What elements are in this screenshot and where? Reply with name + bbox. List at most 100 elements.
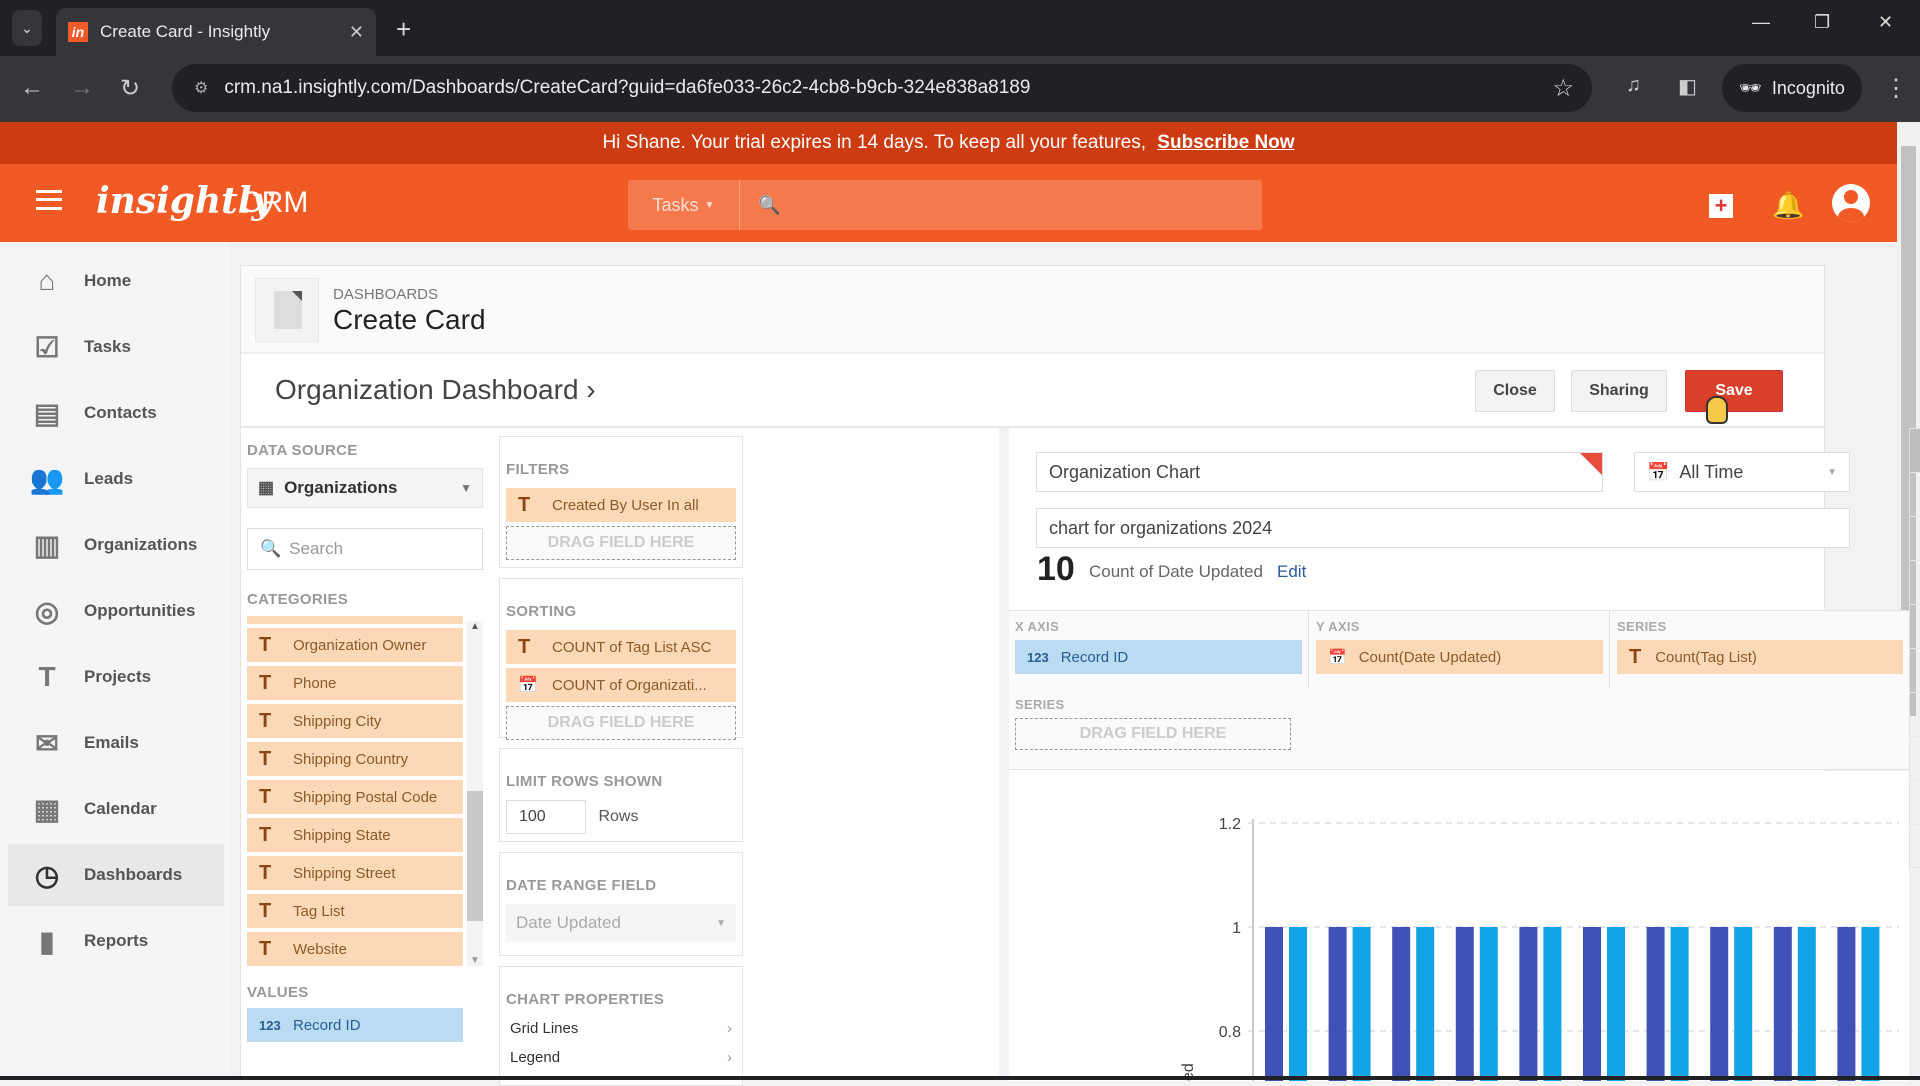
chart-title-input[interactable]: Organization Chart: [1036, 452, 1603, 492]
address-bar-row: ← → ↻ ⚙ crm.na1.insightly.com/Dashboards…: [0, 56, 1920, 122]
limit-rows-input[interactable]: 100: [506, 800, 586, 834]
subscribe-now-link[interactable]: Subscribe Now: [1157, 132, 1294, 153]
gauge-tab-icon[interactable]: ◠: [1910, 649, 1920, 693]
minimize-icon[interactable]: —: [1752, 12, 1770, 33]
sort-item[interactable]: T COUNT of Tag List ASC: [506, 630, 736, 664]
sidebar-item-opportunities[interactable]: ◎ Opportunities: [8, 580, 224, 642]
projects-icon: T: [38, 661, 56, 692]
sorting-drop-zone[interactable]: DRAG FIELD HERE: [506, 706, 736, 740]
taskbar-edge: [0, 1076, 1920, 1080]
categories-scroll-thumb[interactable]: [467, 791, 483, 921]
category-field[interactable]: T Shipping Country: [247, 742, 463, 776]
chart-property-legend[interactable]: Legend ›: [506, 1043, 736, 1072]
horizontal-bar-tab-icon[interactable]: ≡: [1910, 473, 1920, 517]
series-drop-zone[interactable]: DRAG FIELD HERE: [1015, 718, 1291, 750]
scatter-tab-icon[interactable]: ⁒: [1910, 737, 1920, 781]
category-field[interactable]: T Website: [247, 932, 463, 966]
back-icon[interactable]: ←: [20, 74, 44, 102]
quick-add-icon[interactable]: +: [1709, 194, 1733, 218]
sidebar-item-organizations[interactable]: ▥ Organizations: [8, 514, 224, 576]
category-field[interactable]: T Phone: [247, 666, 463, 700]
panel-splitter[interactable]: [999, 428, 1009, 1081]
browser-tab[interactable]: in Create Card - Insightly ✕: [56, 8, 376, 56]
text-type-icon: T: [518, 493, 531, 516]
window-close-icon[interactable]: ✕: [1878, 12, 1893, 33]
text-type-icon: T: [259, 861, 272, 884]
data-source-select[interactable]: ▦ Organizations ▼: [247, 468, 483, 508]
user-avatar-icon[interactable]: [1832, 184, 1870, 222]
scroll-up-icon[interactable]: ▲: [467, 621, 483, 632]
y-axis-column: Y AXIS 📅 Count(Date Updated): [1310, 611, 1610, 689]
x-axis-field[interactable]: 123 Record ID: [1015, 640, 1302, 674]
incognito-badge[interactable]: 🕶 Incognito: [1722, 64, 1862, 112]
chevron-right-icon: ›: [586, 374, 596, 405]
site-settings-icon[interactable]: ⚙: [194, 78, 208, 98]
breadcrumb[interactable]: DASHBOARDS: [333, 286, 438, 303]
sharing-button[interactable]: Sharing: [1571, 370, 1667, 412]
sort-item[interactable]: 📅 COUNT of Organizati...: [506, 668, 736, 702]
browser-menu-icon[interactable]: ⋮: [1884, 74, 1908, 103]
category-field[interactable]: T Shipping State: [247, 818, 463, 852]
list-item-partial: [247, 616, 463, 624]
pie-chart-tab-icon[interactable]: ◕: [1910, 605, 1920, 649]
save-button[interactable]: Save: [1685, 370, 1783, 412]
url-bar[interactable]: ⚙ crm.na1.insightly.com/Dashboards/Creat…: [172, 64, 1592, 112]
filters-drop-zone[interactable]: DRAG FIELD HERE: [506, 526, 736, 560]
menu-hamburger-icon[interactable]: [36, 190, 62, 210]
forward-icon[interactable]: →: [70, 74, 94, 102]
category-field[interactable]: T Shipping Postal Code: [247, 780, 463, 814]
area-chart-tab-icon[interactable]: ◢: [1910, 561, 1920, 605]
category-field[interactable]: T Organization Owner: [247, 628, 463, 662]
tab-close-icon[interactable]: ✕: [349, 22, 364, 43]
category-field[interactable]: T Shipping Street: [247, 856, 463, 890]
caret-down-icon: ▼: [704, 199, 715, 211]
time-range-select[interactable]: 📅 All Time ▼: [1634, 452, 1850, 492]
edit-count-link[interactable]: Edit: [1277, 562, 1306, 582]
tab-search-button[interactable]: ⌄: [12, 10, 42, 46]
side-panel-icon[interactable]: ◧: [1678, 74, 1697, 99]
sidebar-item-tasks[interactable]: ☑ Tasks: [8, 316, 224, 378]
sidebar-item-label: Leads: [84, 469, 134, 488]
series-field[interactable]: T Count(Tag List): [1617, 640, 1903, 674]
table-tab-icon[interactable]: ⊞: [1910, 693, 1920, 737]
chart-property-grid-lines[interactable]: Grid Lines ›: [506, 1014, 736, 1043]
restore-icon[interactable]: ❐: [1814, 12, 1830, 33]
dashboard-name[interactable]: Organization Dashboard ›: [275, 374, 596, 406]
chart-description-input[interactable]: chart for organizations 2024: [1036, 508, 1850, 548]
close-button[interactable]: Close: [1475, 370, 1555, 412]
chart-preview: 1.2 1 0.8 ed: [1009, 771, 1909, 1081]
media-icon[interactable]: ♫: [1626, 74, 1641, 97]
tasks-icon: ☑: [34, 331, 60, 363]
map-tab-icon[interactable]: 🌐: [1910, 781, 1920, 825]
category-field[interactable]: T Tag List: [247, 894, 463, 928]
caret-down-icon: ▼: [1827, 466, 1837, 478]
x-axis-column: X AXIS 123 Record ID: [1009, 611, 1309, 689]
value-field[interactable]: 123 Record ID: [247, 1008, 463, 1042]
date-type-icon: 📅: [518, 677, 538, 694]
sidebar-item-home[interactable]: ⌂ Home: [8, 250, 224, 312]
sidebar-item-label: Calendar: [84, 799, 157, 818]
sidebar-item-dashboards[interactable]: ◷ Dashboards: [8, 844, 224, 906]
category-field[interactable]: T Shipping City: [247, 704, 463, 738]
scroll-down-icon[interactable]: ▼: [467, 955, 483, 966]
sidebar-item-reports[interactable]: ▮ Reports: [8, 910, 224, 972]
y-axis-label: Y AXIS: [1316, 619, 1360, 634]
field-search-input[interactable]: 🔍 Search: [247, 528, 483, 570]
new-tab-button[interactable]: +: [396, 14, 411, 45]
filter-item[interactable]: T Created By User In all: [506, 488, 736, 522]
sidebar-item-leads[interactable]: 👥 Leads: [8, 448, 224, 510]
sidebar-item-contacts[interactable]: ▤ Contacts: [8, 382, 224, 444]
sidebar-item-projects[interactable]: T Projects: [8, 646, 224, 708]
vertical-bar-tab-icon[interactable]: ▮: [1910, 429, 1920, 473]
date-range-select[interactable]: Date Updated ▼: [506, 904, 736, 942]
sidebar-item-emails[interactable]: ✉ Emails: [8, 712, 224, 774]
y-axis-field[interactable]: 📅 Count(Date Updated): [1316, 640, 1603, 674]
reload-icon[interactable]: ↻: [120, 74, 140, 103]
notifications-bell-icon[interactable]: 🔔: [1772, 190, 1804, 221]
line-chart-tab-icon[interactable]: 〰: [1910, 517, 1920, 561]
bookmark-star-icon[interactable]: ☆: [1552, 74, 1574, 103]
categories-scrollbar[interactable]: ▲ ▼: [467, 621, 483, 966]
search-scope-select[interactable]: Tasks ▼: [628, 180, 740, 230]
sidebar-item-calendar[interactable]: ▦ Calendar: [8, 778, 224, 840]
insightly-favicon-icon: in: [68, 22, 88, 42]
